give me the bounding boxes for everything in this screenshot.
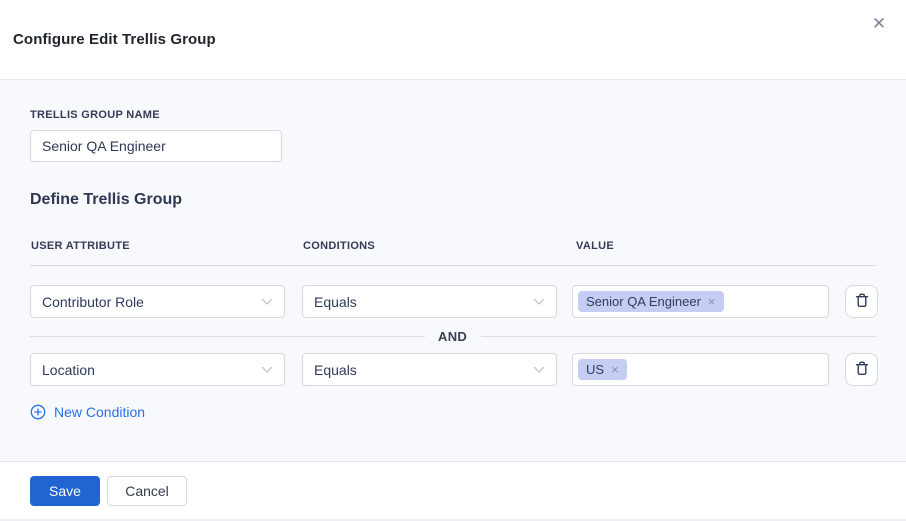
user-attribute-select[interactable]: Location <box>30 353 285 386</box>
modal-header: Configure Edit Trellis Group ✕ <box>0 0 906 80</box>
column-header-value: VALUE <box>572 240 829 252</box>
value-tag-label: Senior QA Engineer <box>586 294 701 309</box>
condition-select[interactable]: Equals <box>302 285 557 318</box>
condition-row: Contributor Role Equals Senior QA Engine… <box>30 285 878 318</box>
trellis-group-name-input[interactable] <box>30 130 282 162</box>
divider <box>30 336 425 337</box>
user-attribute-value: Location <box>42 362 95 378</box>
modal-body: TRELLIS GROUP NAME Define Trellis Group … <box>0 80 906 462</box>
close-icon[interactable]: ✕ <box>868 13 890 35</box>
new-condition-button[interactable]: New Condition <box>30 404 145 420</box>
value-tag-label: US <box>586 362 604 377</box>
divider <box>30 265 876 266</box>
condition-value: Equals <box>314 362 357 378</box>
define-trellis-group-heading: Define Trellis Group <box>30 191 878 209</box>
condition-select[interactable]: Equals <box>302 353 557 386</box>
delete-condition-button[interactable] <box>845 353 878 386</box>
value-tag: US × <box>578 359 627 380</box>
chevron-down-icon <box>261 366 273 374</box>
column-header-user-attribute: USER ATTRIBUTE <box>30 240 285 252</box>
save-button[interactable]: Save <box>30 476 100 506</box>
divider <box>481 336 876 337</box>
cancel-button[interactable]: Cancel <box>107 476 187 506</box>
trellis-group-name-label: TRELLIS GROUP NAME <box>30 109 878 121</box>
user-attribute-value: Contributor Role <box>42 294 144 310</box>
chevron-down-icon <box>533 298 545 306</box>
column-headers: USER ATTRIBUTE CONDITIONS VALUE <box>30 240 878 252</box>
trash-icon <box>854 360 870 380</box>
new-condition-label: New Condition <box>54 404 145 420</box>
page-title: Configure Edit Trellis Group <box>13 31 216 48</box>
user-attribute-select[interactable]: Contributor Role <box>30 285 285 318</box>
chevron-down-icon <box>261 298 273 306</box>
value-tag: Senior QA Engineer × <box>578 291 724 312</box>
value-input[interactable]: Senior QA Engineer × <box>572 285 829 318</box>
condition-value: Equals <box>314 294 357 310</box>
modal-footer: Save Cancel <box>0 462 906 520</box>
delete-condition-button[interactable] <box>845 285 878 318</box>
trash-icon <box>854 292 870 312</box>
configure-trellis-group-modal: Configure Edit Trellis Group ✕ TRELLIS G… <box>0 0 906 521</box>
value-input[interactable]: US × <box>572 353 829 386</box>
column-header-conditions: CONDITIONS <box>302 240 557 252</box>
and-label: AND <box>425 329 481 344</box>
chevron-down-icon <box>533 366 545 374</box>
plus-circle-icon <box>30 404 46 420</box>
remove-tag-icon[interactable]: × <box>611 363 619 376</box>
condition-row: Location Equals US × <box>30 353 878 386</box>
and-separator: AND <box>30 328 878 344</box>
remove-tag-icon[interactable]: × <box>708 295 716 308</box>
